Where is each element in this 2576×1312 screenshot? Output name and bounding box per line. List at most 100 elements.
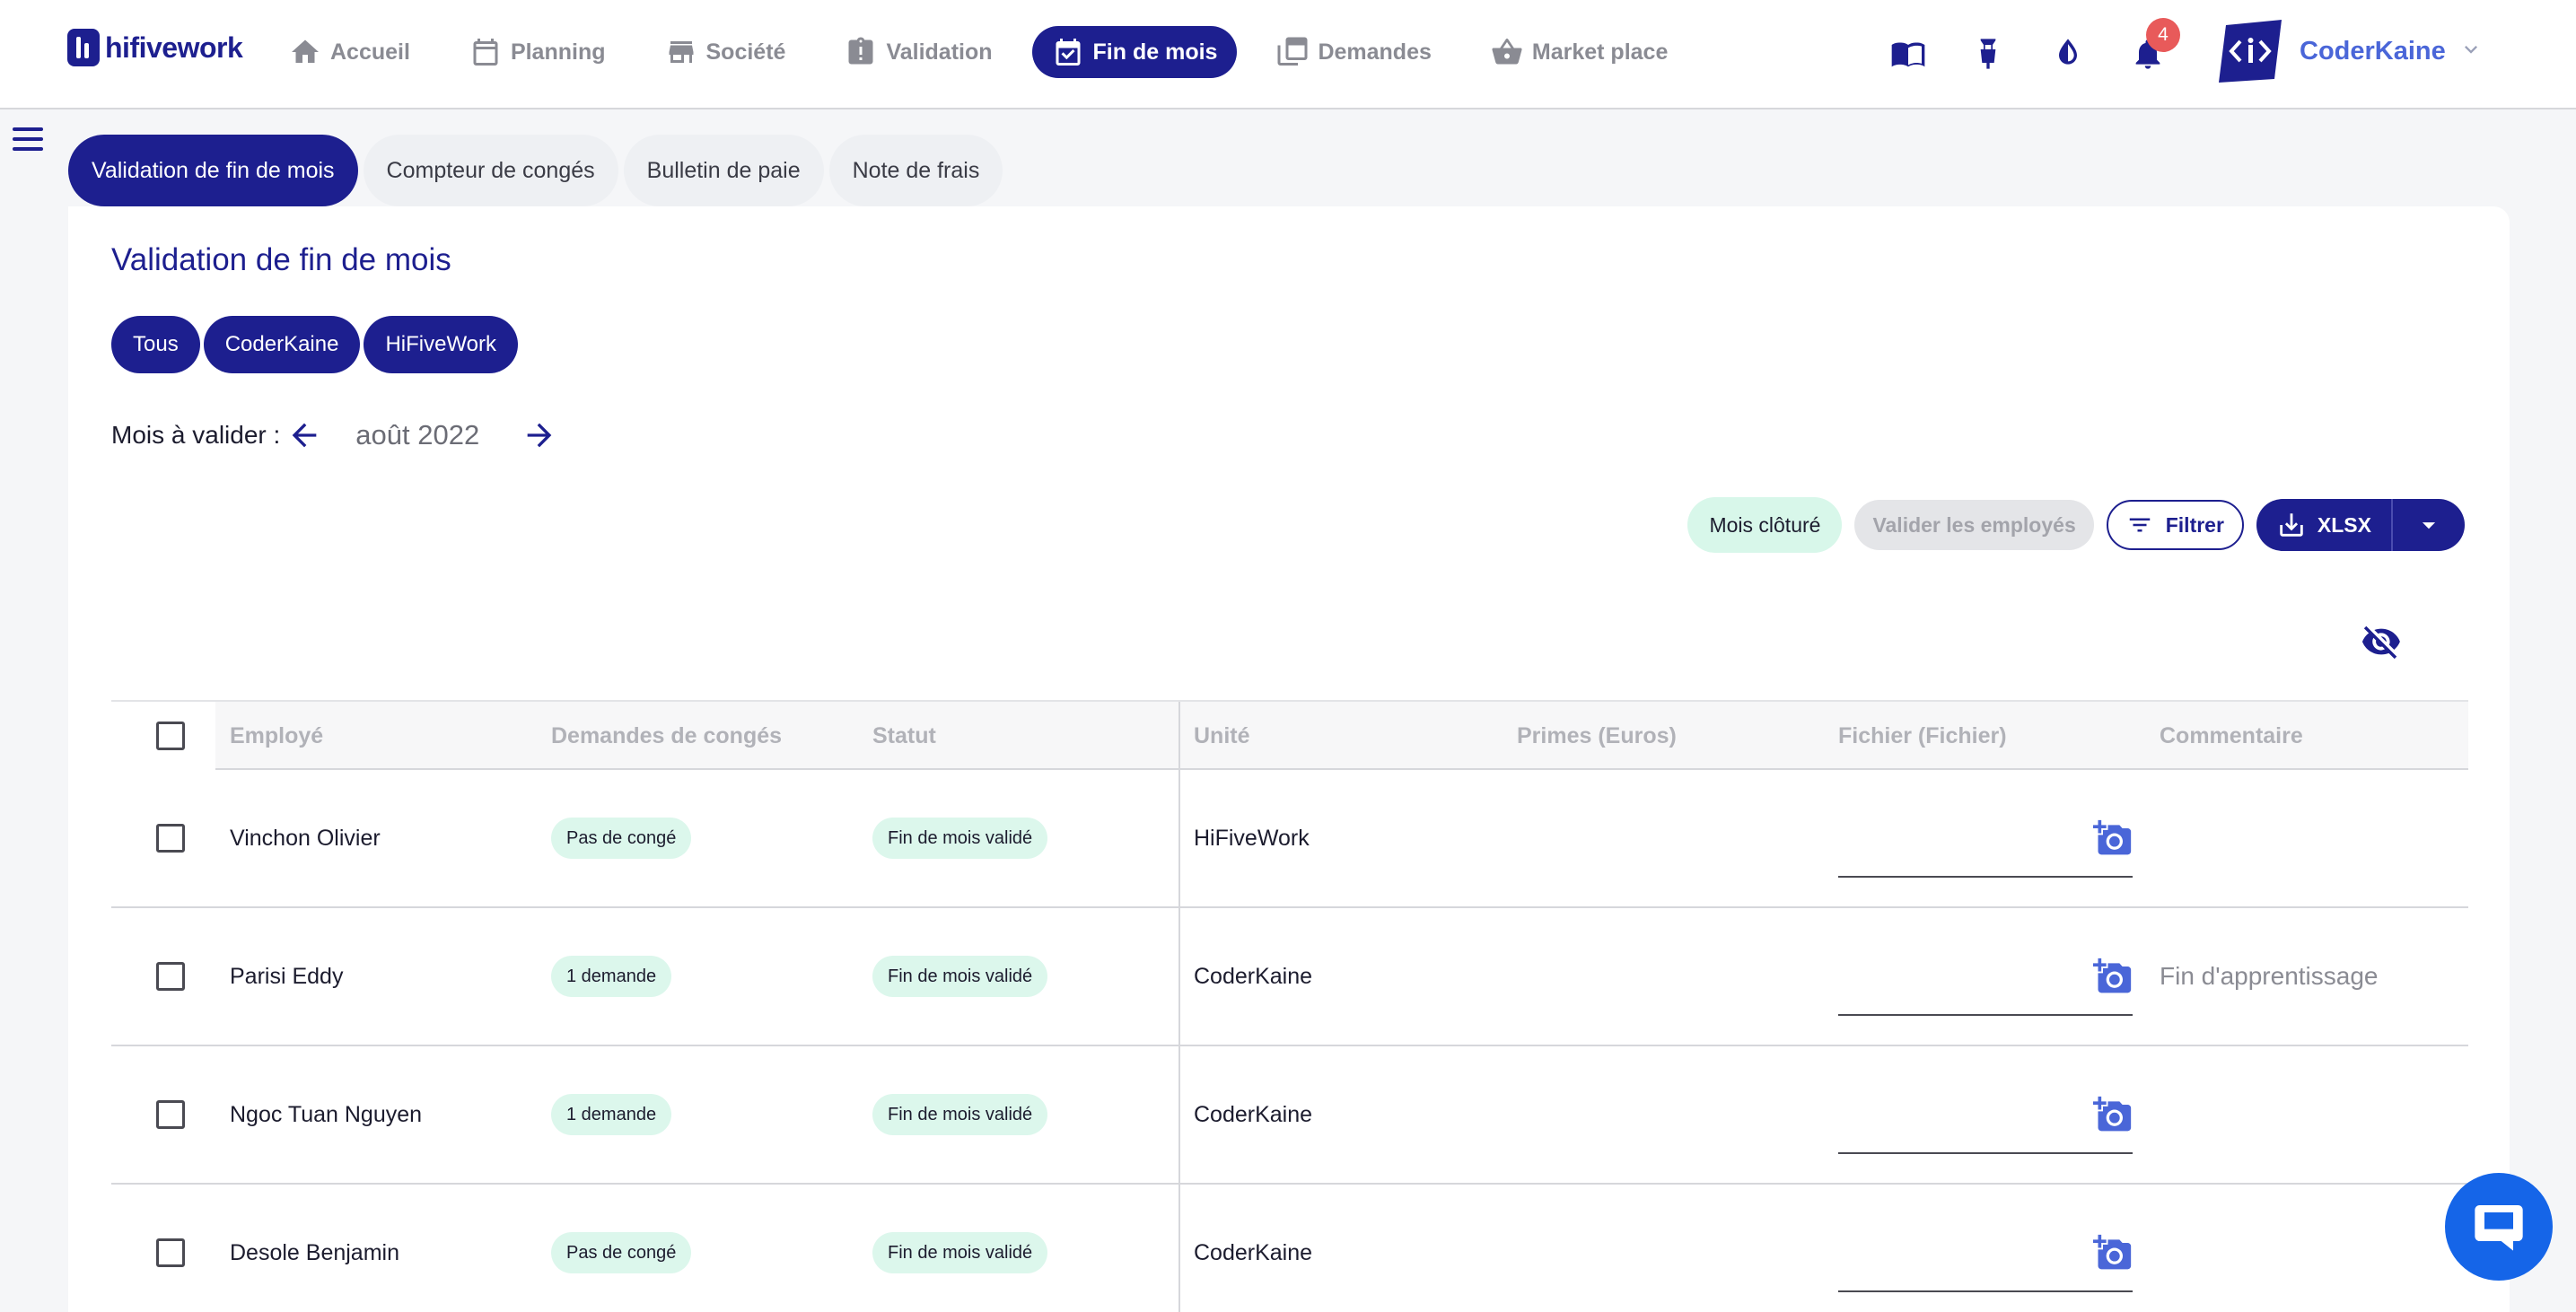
unit-filter-chips: Tous CoderKaine HiFiveWork bbox=[111, 316, 519, 373]
leave-badge[interactable]: Pas de congé bbox=[551, 818, 692, 859]
nav-item-fin-de-mois[interactable]: Fin de mois bbox=[1031, 26, 1238, 78]
nav-label: Fin de mois bbox=[1092, 39, 1218, 65]
nav-label: Accueil bbox=[330, 39, 410, 65]
header-commentaire[interactable]: Commentaire bbox=[2160, 702, 2303, 770]
file-upload-field[interactable] bbox=[1838, 1046, 2133, 1183]
header-demandes-conges[interactable]: Demandes de congés bbox=[551, 702, 782, 770]
nav-item-validation[interactable]: Validation bbox=[825, 26, 1012, 78]
arrow-right-icon bbox=[527, 423, 552, 448]
chat-icon bbox=[2475, 1205, 2523, 1251]
export-dropdown-button[interactable] bbox=[2393, 510, 2465, 540]
validate-employees-button[interactable]: Valider les employés bbox=[1854, 500, 2094, 550]
header-statut[interactable]: Statut bbox=[872, 702, 936, 770]
header-primes[interactable]: Primes (Euros) bbox=[1517, 702, 1677, 770]
basket-icon bbox=[1492, 39, 1522, 65]
status-badge: Fin de mois validé bbox=[872, 818, 1048, 859]
nav-item-demandes[interactable]: Demandes bbox=[1257, 26, 1450, 78]
tab-compteur-de-conges[interactable]: Compteur de congés bbox=[363, 135, 618, 206]
month-value: août 2022 bbox=[355, 419, 480, 450]
tab-bulletin-de-paie[interactable]: Bulletin de paie bbox=[623, 135, 824, 206]
export-label: XLSX bbox=[2317, 512, 2371, 537]
nav-label: Market place bbox=[1531, 39, 1669, 65]
page-title: Validation de fin de mois bbox=[111, 242, 451, 277]
tab-note-de-frais[interactable]: Note de frais bbox=[828, 135, 1003, 206]
unit-cell: HiFiveWork bbox=[1194, 825, 1310, 851]
chat-support-button[interactable] bbox=[2445, 1173, 2553, 1281]
column-divider bbox=[1178, 1185, 1180, 1312]
table-row: Ngoc Tuan Nguyen 1 demande Fin de mois v… bbox=[111, 1046, 2468, 1185]
table-row: Parisi Eddy 1 demande Fin de mois validé… bbox=[111, 908, 2468, 1046]
chip-coderkaine[interactable]: CoderKaine bbox=[203, 316, 361, 373]
theme-toggle-button[interactable] bbox=[2041, 27, 2095, 81]
leave-badge[interactable]: 1 demande bbox=[551, 1094, 672, 1135]
select-all-checkbox[interactable] bbox=[156, 722, 185, 750]
file-upload-field[interactable] bbox=[1838, 770, 2133, 906]
eye-off-icon bbox=[2361, 625, 2400, 660]
status-badge: Fin de mois validé bbox=[872, 1232, 1048, 1273]
notifications-button[interactable]: 4 bbox=[2121, 18, 2180, 81]
store-icon bbox=[669, 41, 693, 63]
avatar bbox=[2213, 20, 2287, 83]
column-divider bbox=[1178, 1046, 1180, 1183]
home-icon bbox=[292, 39, 319, 63]
column-divider bbox=[1178, 908, 1180, 1045]
leave-badge[interactable]: Pas de congé bbox=[551, 1232, 692, 1273]
month-label: Mois à valider : bbox=[111, 421, 281, 449]
clipboard-alert-icon bbox=[848, 37, 873, 65]
ideas-button[interactable] bbox=[1961, 27, 2015, 81]
tab-validation-fin-de-mois[interactable]: Validation de fin de mois bbox=[68, 135, 358, 206]
file-upload-field[interactable] bbox=[1838, 908, 2133, 1045]
table-row: Vinchon Olivier Pas de congé Fin de mois… bbox=[111, 770, 2468, 908]
filter-label: Filtrer bbox=[2165, 512, 2224, 537]
file-upload-field[interactable] bbox=[1838, 1185, 2133, 1312]
unit-cell: CoderKaine bbox=[1194, 1239, 1313, 1265]
status-badge: Fin de mois validé bbox=[872, 956, 1048, 997]
user-menu[interactable]: CoderKaine bbox=[2213, 20, 2484, 83]
header-unite[interactable]: Unité bbox=[1194, 702, 1250, 770]
header-employe[interactable]: Employé bbox=[230, 702, 323, 770]
calendar-icon bbox=[473, 39, 498, 66]
filter-button[interactable]: Filtrer bbox=[2106, 500, 2244, 550]
table-header: Employé Demandes de congés Statut Unité … bbox=[111, 700, 2468, 770]
previous-month-button[interactable] bbox=[280, 411, 329, 459]
nav-item-planning[interactable]: Planning bbox=[450, 26, 626, 78]
header-fichier[interactable]: Fichier (Fichier) bbox=[1838, 702, 2007, 770]
user-name: CoderKaine bbox=[2300, 36, 2446, 66]
status-badge: Fin de mois validé bbox=[872, 1094, 1048, 1135]
column-visibility-button[interactable] bbox=[2361, 621, 2402, 662]
nav-item-accueil[interactable]: Accueil bbox=[269, 26, 430, 78]
month-closed-status: Mois clôturé bbox=[1687, 497, 1843, 553]
chip-tous[interactable]: Tous bbox=[111, 316, 200, 373]
download-icon bbox=[2280, 513, 2303, 537]
nav-item-market-place[interactable]: Market place bbox=[1471, 26, 1687, 78]
comment-cell[interactable]: Fin d'apprentissage bbox=[2160, 908, 2379, 1045]
add-photo-icon[interactable] bbox=[2093, 1233, 2133, 1273]
export-xlsx-button[interactable]: XLSX bbox=[2256, 499, 2393, 551]
stack-icon bbox=[1277, 37, 1308, 66]
book-icon bbox=[1891, 42, 1925, 67]
add-photo-icon[interactable] bbox=[2093, 957, 2133, 996]
add-photo-icon[interactable] bbox=[2093, 818, 2133, 858]
nav-label: Validation bbox=[886, 39, 993, 65]
next-month-button[interactable] bbox=[515, 411, 564, 459]
sub-tabs: Validation de fin de mois Compteur de co… bbox=[68, 135, 1003, 206]
hamburger-menu-icon[interactable] bbox=[13, 127, 43, 154]
contrast-icon bbox=[2059, 39, 2077, 65]
chip-hifivework[interactable]: HiFiveWork bbox=[364, 316, 519, 373]
arrow-left-icon bbox=[292, 423, 317, 448]
row-checkbox[interactable] bbox=[156, 962, 185, 991]
chevron-down-icon bbox=[2458, 37, 2484, 66]
row-checkbox[interactable] bbox=[156, 1100, 185, 1129]
logo-text: hifivework bbox=[105, 31, 243, 64]
row-checkbox[interactable] bbox=[156, 1238, 185, 1267]
app-logo[interactable]: hifivework bbox=[67, 29, 243, 66]
caret-down-icon bbox=[2422, 522, 2436, 529]
row-checkbox[interactable] bbox=[156, 824, 185, 853]
leave-badge[interactable]: 1 demande bbox=[551, 956, 672, 997]
employee-name: Vinchon Olivier bbox=[230, 825, 381, 851]
add-photo-icon[interactable] bbox=[2093, 1095, 2133, 1134]
logo-mark-icon bbox=[67, 29, 100, 66]
nav-item-societe[interactable]: Société bbox=[645, 26, 806, 78]
column-divider bbox=[1178, 702, 1180, 768]
help-book-button[interactable] bbox=[1881, 27, 1935, 81]
